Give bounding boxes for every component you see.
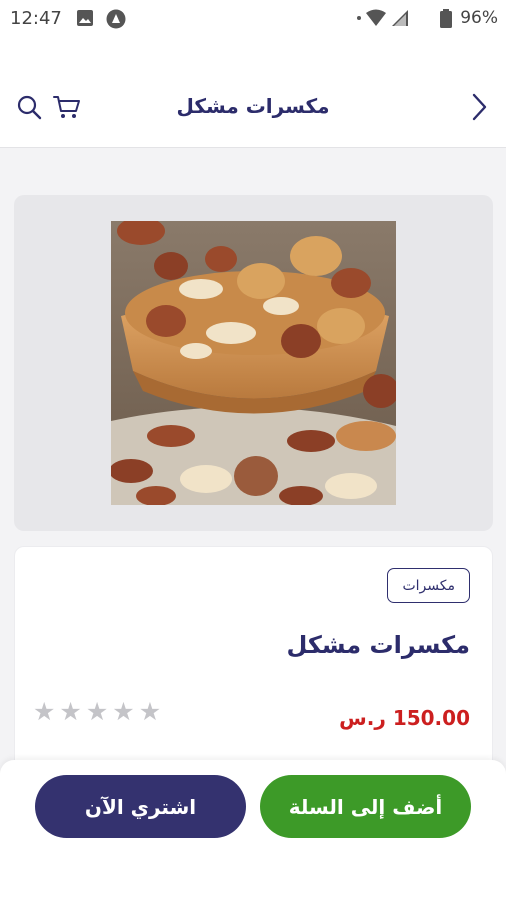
app-notification-icon bbox=[106, 9, 126, 29]
buy-now-button[interactable]: اشتري الآن bbox=[35, 775, 246, 838]
back-button[interactable] bbox=[464, 92, 494, 122]
star-icon: ★ bbox=[59, 697, 82, 726]
battery-percent: 96% bbox=[460, 8, 498, 28]
mixed-nuts-image bbox=[111, 221, 396, 505]
star-icon: ★ bbox=[112, 697, 135, 726]
star-icon: ★ bbox=[85, 697, 109, 726]
page-title: مكسرات مشكل bbox=[176, 94, 330, 118]
status-bar: 12:47 96% bbox=[0, 0, 506, 36]
signal-wifi-icon bbox=[357, 9, 408, 26]
battery-icon bbox=[440, 9, 452, 28]
product-image-card bbox=[14, 195, 493, 531]
gallery-notification-icon bbox=[77, 10, 93, 26]
product-rating: ★ ★ ★ ★ ★ bbox=[33, 699, 161, 724]
product-image[interactable] bbox=[111, 221, 396, 505]
product-info-card: مكسرات مكسرات مشكل ★ ★ ★ ★ ★ 150.00 ر.س bbox=[14, 546, 493, 776]
action-bar: اشتري الآن أضف إلى السلة bbox=[0, 760, 506, 900]
chevron-right-icon bbox=[472, 93, 487, 121]
app-header: مكسرات مشكل bbox=[0, 36, 506, 148]
product-price: 150.00 ر.س bbox=[339, 706, 470, 730]
star-icon: ★ bbox=[33, 697, 56, 726]
status-time: 12:47 bbox=[10, 8, 62, 29]
product-name: مكسرات مشكل bbox=[286, 631, 470, 659]
category-badge[interactable]: مكسرات bbox=[387, 568, 470, 603]
star-icon: ★ bbox=[138, 697, 162, 726]
add-to-cart-button[interactable]: أضف إلى السلة bbox=[260, 775, 471, 838]
